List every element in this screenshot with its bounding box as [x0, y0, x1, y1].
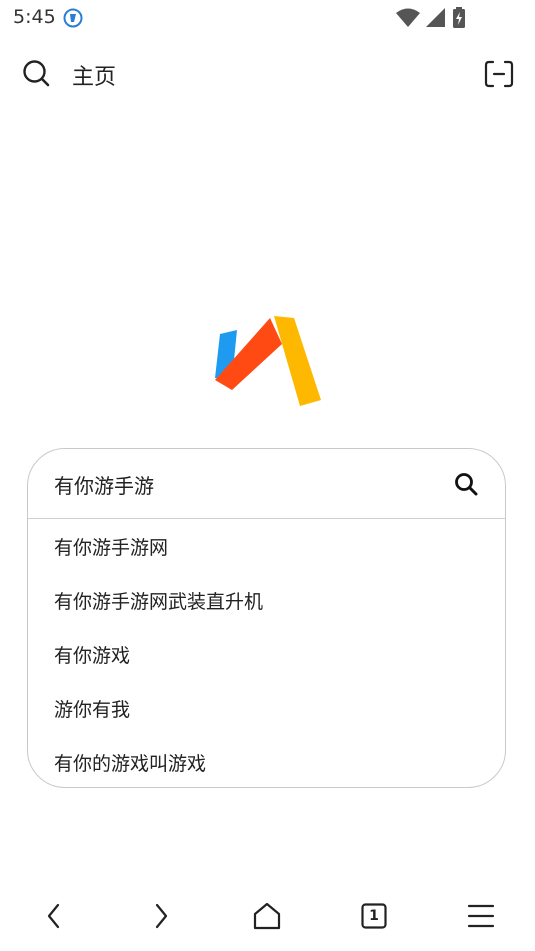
menu-button[interactable] [463, 898, 499, 934]
top-bar: 主页 [0, 50, 535, 94]
forward-button[interactable] [143, 898, 179, 934]
search-icon[interactable] [20, 57, 52, 89]
suggestion-text: 游你有我 [54, 699, 131, 721]
suggestion-item[interactable]: 有你游手游网 [28, 521, 505, 571]
home-icon [253, 902, 281, 930]
chevron-right-icon [155, 903, 168, 929]
search-input[interactable]: 有你游手游 [28, 449, 505, 519]
menu-icon [467, 904, 495, 928]
home-button[interactable] [249, 898, 285, 934]
suggestion-item[interactable]: 有你游手游网武装直升机 [28, 575, 505, 625]
tab-count: 1 [369, 908, 379, 924]
back-button[interactable] [36, 898, 72, 934]
suggestion-text: 有你游戏 [54, 645, 131, 667]
suggestion-text: 有你的游戏叫游戏 [54, 753, 207, 775]
app-notification-icon [63, 8, 83, 28]
suggestion-item[interactable]: 游你有我 [28, 683, 505, 733]
tabs-icon: 1 [361, 903, 387, 929]
via-logo [215, 316, 321, 406]
search-card: 有你游手游 有你游手游网 有你游手游网武装直升机 有你游戏 游你有我 有你的游戏… [27, 448, 506, 788]
bottom-nav: 1 [0, 890, 535, 940]
suggestion-text: 有你游手游网 [54, 537, 169, 559]
suggestion-text: 有你游手游网武装直升机 [54, 591, 264, 613]
status-time: 5:45 [13, 6, 56, 28]
battery-icon [453, 7, 465, 28]
page-title: 主页 [72, 65, 117, 90]
suggestion-item[interactable]: 有你游戏 [28, 629, 505, 679]
status-bar: 5:45 [0, 0, 535, 36]
cellular-signal-icon [426, 8, 445, 27]
status-icons [395, 7, 495, 29]
wifi-icon [396, 8, 420, 27]
search-query-text[interactable]: 有你游手游 [54, 470, 154, 499]
scan-icon[interactable] [483, 58, 515, 90]
chevron-left-icon [47, 903, 60, 929]
tabs-button[interactable]: 1 [356, 898, 392, 934]
suggestion-item[interactable]: 有你的游戏叫游戏 [28, 737, 505, 787]
search-submit-icon[interactable] [453, 471, 479, 497]
